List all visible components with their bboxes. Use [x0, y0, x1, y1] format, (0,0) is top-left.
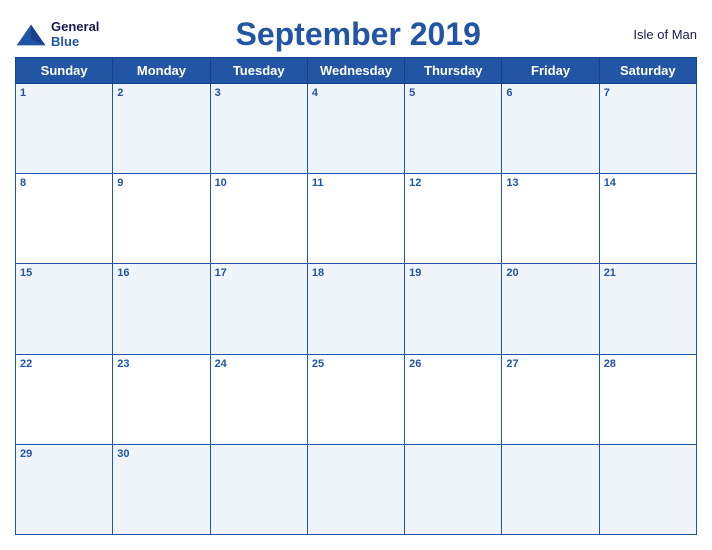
date-number: 20 [506, 267, 594, 280]
calendar-row: 22 23 24 25 26 27 28 [16, 354, 697, 444]
logo-blue-text: Blue [51, 35, 99, 49]
calendar-cell: 6 [502, 84, 599, 174]
date-number: 8 [20, 177, 108, 190]
calendar-cell: 7 [599, 84, 696, 174]
calendar-cell: 24 [210, 354, 307, 444]
date-number: 4 [312, 87, 400, 100]
date-number: 23 [117, 358, 205, 371]
date-number: 13 [506, 177, 594, 190]
generalblue-logo-icon [15, 23, 47, 47]
date-number: 17 [215, 267, 303, 280]
calendar-cell: 4 [307, 84, 404, 174]
calendar-cell: 25 [307, 354, 404, 444]
date-number: 0 [506, 448, 594, 460]
date-number: 26 [409, 358, 497, 371]
date-number: 15 [20, 267, 108, 280]
calendar-cell: 15 [16, 264, 113, 354]
calendar-row: 89 10 11 12 13 14 [16, 174, 697, 264]
date-number: 18 [312, 267, 400, 280]
calendar-cell: 0 [502, 444, 599, 534]
calendar-cell: 0 [405, 444, 502, 534]
date-number: 21 [604, 267, 692, 280]
date-number: 11 [312, 177, 400, 190]
calendar-cell: 10 [210, 174, 307, 264]
calendar-cell: 29 [16, 444, 113, 534]
calendar-cell: 1 [16, 84, 113, 174]
date-number: 9 [117, 177, 205, 190]
calendar-cell: 0 [210, 444, 307, 534]
date-number: 19 [409, 267, 497, 280]
calendar-cell: 18 [307, 264, 404, 354]
date-number: 12 [409, 177, 497, 190]
date-number: 27 [506, 358, 594, 371]
date-number: 25 [312, 358, 400, 371]
calendar-row: 15 16 17 18 19 20 21 [16, 264, 697, 354]
col-thursday: Thursday [405, 58, 502, 84]
calendar-cell: 3 [210, 84, 307, 174]
date-number: 1 [20, 87, 108, 100]
date-number: 7 [604, 87, 692, 100]
date-number: 14 [604, 177, 692, 190]
logo-area: General Blue [15, 20, 99, 49]
date-number: 30 [117, 448, 205, 461]
col-wednesday: Wednesday [307, 58, 404, 84]
col-sunday: Sunday [16, 58, 113, 84]
date-number: 16 [117, 267, 205, 280]
calendar-cell: 20 [502, 264, 599, 354]
calendar-cell: 0 [307, 444, 404, 534]
calendar-cell: 12 [405, 174, 502, 264]
col-saturday: Saturday [599, 58, 696, 84]
calendar-body: 1234567891011121314151617181920212223242… [16, 84, 697, 535]
calendar-cell: 8 [16, 174, 113, 264]
calendar-cell: 26 [405, 354, 502, 444]
calendar-cell: 11 [307, 174, 404, 264]
date-number: 0 [215, 448, 303, 460]
date-number: 0 [409, 448, 497, 460]
calendar-cell: 21 [599, 264, 696, 354]
calendar-cell: 5 [405, 84, 502, 174]
date-number: 6 [506, 87, 594, 100]
date-number: 3 [215, 87, 303, 100]
region-label: Isle of Man [617, 27, 697, 42]
date-number: 29 [20, 448, 108, 461]
calendar-cell: 0 [599, 444, 696, 534]
calendar-cell: 16 [113, 264, 210, 354]
weekday-header-row: Sunday Monday Tuesday Wednesday Thursday… [16, 58, 697, 84]
calendar-cell: 17 [210, 264, 307, 354]
col-friday: Friday [502, 58, 599, 84]
date-number: 0 [312, 448, 400, 460]
calendar-cell: 23 [113, 354, 210, 444]
calendar-row: 293000000 [16, 444, 697, 534]
calendar-header: General Blue September 2019 Isle of Man [15, 10, 697, 57]
date-number: 24 [215, 358, 303, 371]
calendar-cell: 14 [599, 174, 696, 264]
calendar-cell: 22 [16, 354, 113, 444]
calendar-cell: 9 [113, 174, 210, 264]
calendar-cell: 27 [502, 354, 599, 444]
col-tuesday: Tuesday [210, 58, 307, 84]
calendar-cell: 19 [405, 264, 502, 354]
calendar-cell: 2 [113, 84, 210, 174]
date-number: 2 [117, 87, 205, 100]
col-monday: Monday [113, 58, 210, 84]
month-title: September 2019 [99, 16, 617, 53]
calendar-cell: 30 [113, 444, 210, 534]
date-number: 10 [215, 177, 303, 190]
date-number: 28 [604, 358, 692, 371]
calendar-cell: 28 [599, 354, 696, 444]
date-number: 0 [604, 448, 692, 460]
date-number: 5 [409, 87, 497, 100]
logo-general-text: General [51, 20, 99, 34]
calendar-cell: 13 [502, 174, 599, 264]
calendar-table: Sunday Monday Tuesday Wednesday Thursday… [15, 57, 697, 535]
date-number: 22 [20, 358, 108, 371]
calendar-row: 1234567 [16, 84, 697, 174]
